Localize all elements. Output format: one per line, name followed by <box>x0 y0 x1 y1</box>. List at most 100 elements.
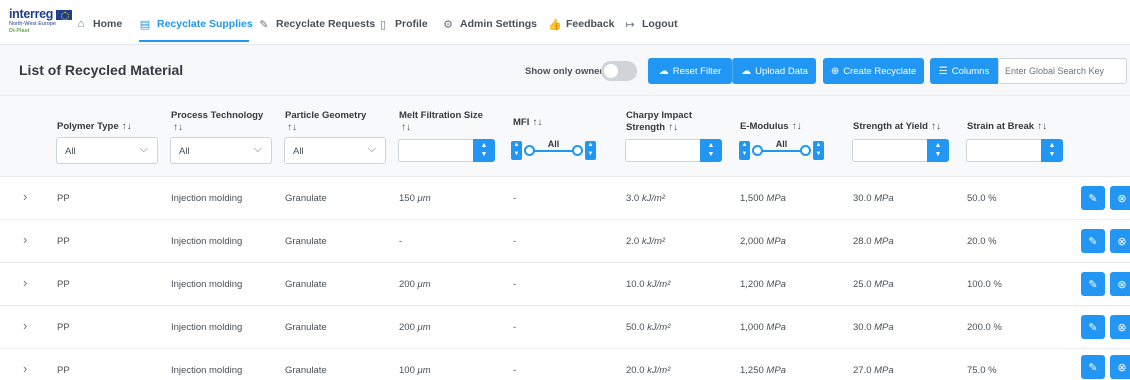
edit-button[interactable]: ✎ <box>1081 272 1105 296</box>
cell-unit: kJ/m² <box>647 279 671 290</box>
mfi-range-filter[interactable]: All ▲ ▼ ▲ ▼ <box>511 139 596 162</box>
table-header <box>0 95 1130 177</box>
column-header-charpy-impact-strength[interactable]: Charpy Impact Strength ↑↓ <box>626 110 692 134</box>
pencil-icon: ✎ <box>1088 192 1098 205</box>
sort-icon[interactable]: ↑↓ <box>287 122 297 133</box>
sort-icon[interactable]: ↑↓ <box>931 121 941 132</box>
nav-profile[interactable]: ▯ Profile <box>377 16 428 32</box>
melt-filtration-size-filter[interactable]: ▲ ▼ <box>398 139 495 162</box>
nav-home[interactable]: ⌂ Home <box>75 16 123 32</box>
global-search-input[interactable] <box>998 58 1127 84</box>
cell-particle-geometry: Granulate <box>285 365 327 376</box>
close-circle-icon: ⊗ <box>1117 278 1127 291</box>
delete-button[interactable]: ⊗ <box>1110 355 1130 379</box>
cell-process-technology: Injection molding <box>171 365 243 376</box>
column-header-strain-at-break[interactable]: Strain at Break ↑↓ <box>967 121 1047 133</box>
sort-icon[interactable]: ↑↓ <box>532 117 542 128</box>
delete-button[interactable]: ⊗ <box>1110 186 1130 210</box>
spinner-buttons[interactable]: ▲ ▼ <box>700 139 722 162</box>
spinner-buttons[interactable]: ▲ ▼ <box>927 139 949 162</box>
nav-recyclate-requests[interactable]: ✎ Recyclate Requests <box>258 16 375 32</box>
nav-admin-settings[interactable]: ⚙ Admin Settings <box>442 16 537 32</box>
sort-icon[interactable]: ↑↓ <box>1037 121 1047 132</box>
cell-process-technology: Injection molding <box>171 193 243 204</box>
e-modulus-range-filter[interactable]: All ▲ ▼ ▲ ▼ <box>739 139 824 162</box>
delete-button[interactable]: ⊗ <box>1110 229 1130 253</box>
column-header-e-modulus[interactable]: E-Modulus ↑↓ <box>740 121 802 133</box>
polymer-type-filter[interactable]: All ⌵ <box>56 137 158 164</box>
cell-e-modulus: 1,500 MPa <box>740 193 786 204</box>
cell-unit: MPa <box>766 279 786 290</box>
chevron-right-icon[interactable]: › <box>23 232 27 247</box>
range-min-handle[interactable] <box>524 145 535 156</box>
charpy-impact-strength-filter[interactable]: ▲ ▼ <box>625 139 722 162</box>
range-max-spinner[interactable]: ▲ ▼ <box>585 141 596 160</box>
sort-icon[interactable]: ↑↓ <box>173 122 183 133</box>
column-title: E-Modulus <box>740 121 789 132</box>
cell-value: 27.0 <box>853 365 872 376</box>
range-max-spinner[interactable]: ▲ ▼ <box>813 141 824 160</box>
sort-icon[interactable]: ↑↓ <box>401 122 411 133</box>
column-header-polymer-type[interactable]: Polymer Type ↑↓ <box>57 121 132 133</box>
pencil-icon: ✎ <box>1088 278 1098 291</box>
edit-button[interactable]: ✎ <box>1081 315 1105 339</box>
column-header-strength-at-yield[interactable]: Strength at Yield ↑↓ <box>853 121 941 133</box>
range-min-handle[interactable] <box>752 145 763 156</box>
delete-button[interactable]: ⊗ <box>1110 315 1130 339</box>
page-title: List of Recycled Material <box>19 62 184 78</box>
column-header-process-technology[interactable]: Process Technology ↑↓ <box>171 110 263 134</box>
particle-geometry-filter[interactable]: All ⌵ <box>284 137 386 164</box>
chevron-right-icon[interactable]: › <box>23 189 27 204</box>
strain-at-break-filter[interactable]: ▲ ▼ <box>966 139 1063 162</box>
process-technology-filter[interactable]: All ⌵ <box>170 137 272 164</box>
spinner-buttons[interactable]: ▲ ▼ <box>473 139 495 162</box>
cell-unit: μm <box>417 322 431 333</box>
delete-button[interactable]: ⊗ <box>1110 272 1130 296</box>
sort-icon[interactable]: ↑↓ <box>122 121 132 132</box>
upload-data-button[interactable]: ☁ Upload Data <box>732 58 816 84</box>
cell-particle-geometry: Granulate <box>285 193 327 204</box>
cell-value: 1,500 <box>740 193 764 204</box>
nav-logout[interactable]: ↦ Logout <box>624 16 677 32</box>
edit-button[interactable]: ✎ <box>1081 355 1105 379</box>
sort-icon[interactable]: ↑↓ <box>668 122 678 133</box>
interreg-logo[interactable]: interreg North-West Europe Di-Plast <box>9 8 72 38</box>
edit-button[interactable]: ✎ <box>1081 186 1105 210</box>
cell-charpy-impact-strength: 3.0 kJ/m² <box>626 193 665 204</box>
chevron-right-icon[interactable]: › <box>23 318 27 333</box>
show-only-owned-toggle[interactable] <box>601 61 637 81</box>
column-header-melt-filtration-size[interactable]: Melt Filtration Size ↑↓ <box>399 110 483 134</box>
cell-value: 28.0 <box>853 236 872 247</box>
toggle-knob <box>604 64 618 78</box>
cell-strength-at-yield: 27.0 MPa <box>853 365 894 376</box>
create-recyclate-label: Create Recyclate <box>843 65 917 77</box>
range-max-handle[interactable] <box>800 145 811 156</box>
dropdown-value: All <box>179 146 190 157</box>
range-min-spinner[interactable]: ▲ ▼ <box>511 141 522 160</box>
chevron-right-icon[interactable]: › <box>23 361 27 376</box>
strength-at-yield-filter[interactable]: ▲ ▼ <box>852 139 949 162</box>
nav-recyclate-supplies[interactable]: ▤ Recyclate Supplies <box>139 16 253 32</box>
spinner-buttons[interactable]: ▲ ▼ <box>1041 139 1063 162</box>
chevron-right-icon[interactable]: › <box>23 275 27 290</box>
nav-home-label: Home <box>93 18 123 30</box>
calendar-icon: ▤ <box>139 18 151 31</box>
cell-unit: MPa <box>874 279 894 290</box>
thumbs-up-icon: 👍 <box>548 18 562 31</box>
table-row: › PP Injection molding Granulate 200 μm … <box>0 306 1130 349</box>
create-recyclate-button[interactable]: ⊕ Create Recyclate <box>823 58 924 84</box>
edit-button[interactable]: ✎ <box>1081 229 1105 253</box>
cell-value: 2.0 <box>626 236 640 247</box>
nav-recyclate-supplies-label: Recyclate Supplies <box>157 18 253 30</box>
column-header-particle-geometry[interactable]: Particle Geometry ↑↓ <box>285 110 366 134</box>
reset-filter-button[interactable]: ☁ Reset Filter <box>648 58 732 84</box>
columns-label: Columns <box>951 65 990 77</box>
cell-value: 1,000 <box>740 322 764 333</box>
column-header-mfi[interactable]: MFI ↑↓ <box>513 117 542 129</box>
sort-icon[interactable]: ↑↓ <box>792 121 802 132</box>
nav-feedback[interactable]: 👍 Feedback <box>548 16 614 32</box>
cell-value: 30.0 <box>853 322 872 333</box>
columns-button[interactable]: ☰ Columns <box>930 58 998 84</box>
range-max-handle[interactable] <box>572 145 583 156</box>
range-min-spinner[interactable]: ▲ ▼ <box>739 141 750 160</box>
